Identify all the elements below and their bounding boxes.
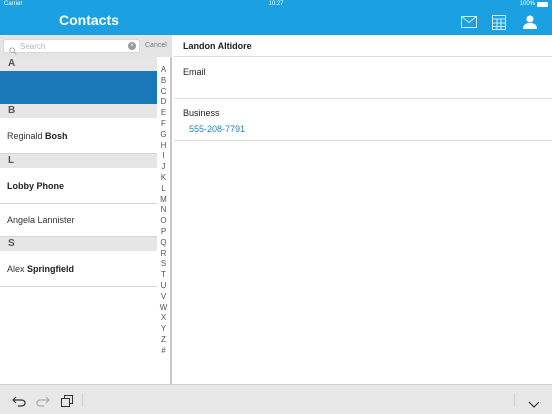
clear-search-icon[interactable]: × <box>128 42 136 50</box>
index-letter[interactable]: D <box>161 97 167 108</box>
chevron-down-icon[interactable] <box>528 396 540 414</box>
toolbar-separator <box>82 393 515 407</box>
index-letter[interactable]: Q <box>160 238 166 249</box>
section-index[interactable]: A B C D E F G H I J K L M N O P Q R S T U V W X Y Z # <box>157 65 170 357</box>
section-header-b: B <box>0 104 157 118</box>
contact-row-selected[interactable] <box>0 71 157 104</box>
section-header-s: S <box>0 237 157 251</box>
index-letter[interactable]: J <box>162 162 166 173</box>
contact-list: A B Reginald Bosh L Lobby Phone Angela L… <box>0 57 157 287</box>
contact-row-reginald-bosh[interactable]: Reginald Bosh <box>0 118 157 154</box>
business-label: Business <box>183 108 220 118</box>
index-letter[interactable]: N <box>161 205 167 216</box>
divider <box>174 98 552 99</box>
index-letter[interactable]: V <box>161 292 166 303</box>
index-letter[interactable]: Y <box>161 324 166 335</box>
contact-row-lobby-phone[interactable]: Lobby Phone <box>0 168 157 204</box>
index-letter[interactable]: L <box>161 184 165 195</box>
index-letter[interactable]: O <box>160 216 166 227</box>
cancel-button[interactable]: Cancel <box>145 42 167 49</box>
battery-percent: 100% <box>519 1 535 7</box>
contact-first-name: Angela Lannister <box>7 215 75 225</box>
status-bar: Carrier 10:27 100% <box>0 0 552 9</box>
index-letter[interactable]: C <box>161 87 167 98</box>
index-letter[interactable]: # <box>161 346 165 357</box>
divider <box>174 140 552 141</box>
index-letter[interactable]: S <box>161 259 166 270</box>
redo-icon[interactable] <box>36 394 50 412</box>
clock: 10:27 <box>268 1 284 7</box>
index-letter[interactable]: F <box>161 119 166 130</box>
index-letter[interactable]: X <box>161 313 166 324</box>
contact-row-angela-lannister[interactable]: Angela Lannister <box>0 204 157 237</box>
search-bar: × Cancel <box>0 35 172 57</box>
navigation-bar: Contacts <box>0 9 552 35</box>
contact-detail: Landon Altidore Email Business 555-208-7… <box>174 35 552 384</box>
battery-icon <box>537 2 548 7</box>
index-letter[interactable]: M <box>160 195 167 206</box>
index-letter[interactable]: T <box>161 270 166 281</box>
index-letter[interactable]: Z <box>161 335 166 346</box>
index-letter[interactable]: G <box>160 130 166 141</box>
index-letter[interactable]: K <box>161 173 166 184</box>
search-field[interactable]: × <box>3 39 140 55</box>
search-input[interactable] <box>20 40 120 52</box>
index-letter[interactable]: U <box>161 281 167 292</box>
calendar-icon[interactable] <box>492 15 508 30</box>
index-letter[interactable]: B <box>161 76 166 87</box>
page-title: Contacts <box>59 12 119 28</box>
contact-last-name: Bosh <box>45 131 68 141</box>
mail-icon[interactable] <box>461 15 477 29</box>
section-header-a: A <box>0 57 157 71</box>
index-letter[interactable]: E <box>161 108 166 119</box>
email-label: Email <box>183 67 206 77</box>
section-header-l: L <box>0 154 157 168</box>
bottom-toolbar <box>0 384 552 414</box>
index-letter[interactable]: P <box>161 227 166 238</box>
copy-icon[interactable] <box>61 394 73 412</box>
contact-first-name: Alex <box>7 264 28 274</box>
divider <box>174 56 552 57</box>
person-icon[interactable] <box>522 15 538 29</box>
contacts-pane: × Cancel A B Reginald Bosh L Lobby Phone… <box>0 35 172 384</box>
index-letter[interactable]: I <box>162 151 164 162</box>
contact-last-name: Springfield <box>27 264 75 274</box>
index-letter[interactable]: W <box>160 303 168 314</box>
battery-indicator: 100% <box>520 0 548 9</box>
index-letter[interactable]: A <box>161 65 166 76</box>
contact-last-name: Lobby Phone <box>7 181 64 191</box>
contact-first-name: Reginald <box>7 131 46 141</box>
contact-row-alex-springfield[interactable]: Alex Springfield <box>0 251 157 287</box>
index-letter[interactable]: R <box>161 249 167 260</box>
index-letter[interactable]: H <box>161 141 167 152</box>
business-phone-link[interactable]: 555-208-7791 <box>189 124 245 134</box>
undo-icon[interactable] <box>12 394 26 412</box>
contact-name: Landon Altidore <box>183 41 252 51</box>
